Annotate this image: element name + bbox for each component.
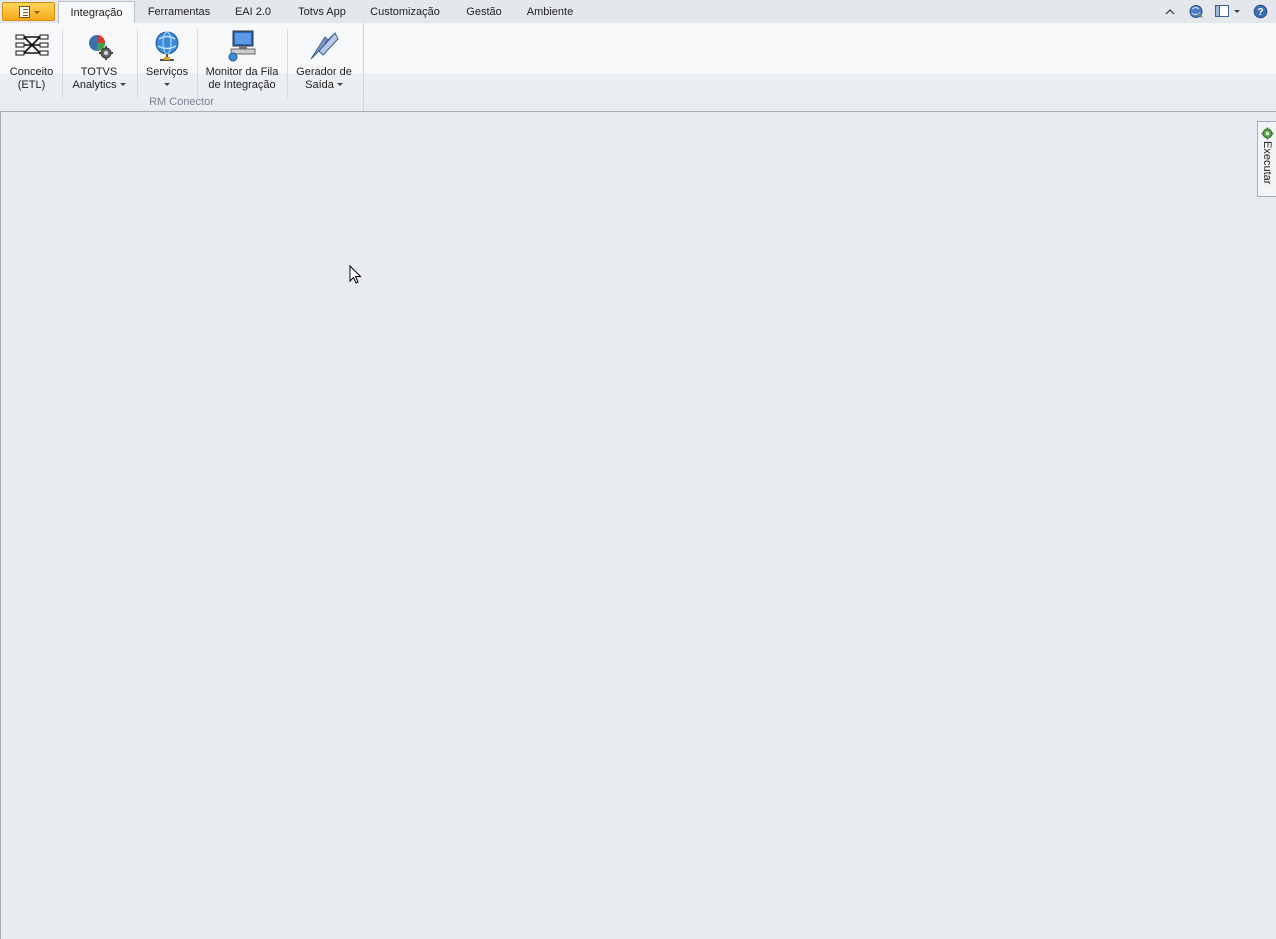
analytics-label-2: Analytics: [72, 79, 117, 91]
tab-eai[interactable]: EAI 2.0: [227, 0, 279, 23]
executar-label: Executar: [1261, 141, 1273, 185]
tab-ambiente[interactable]: Ambiente: [521, 0, 579, 23]
chevron-down-icon: [164, 83, 170, 86]
tab-totvs-app[interactable]: Totvs App: [290, 0, 354, 23]
ribbon-group-rm-conector: Conceito (ETL) TOTVS Analytics Serviços …: [0, 23, 364, 111]
servicos-button[interactable]: Serviços: [141, 27, 193, 93]
conceito-etl-button[interactable]: Conceito (ETL): [4, 27, 59, 93]
ribbon-separator: [287, 29, 288, 99]
conceito-label-2: (ETL): [17, 79, 46, 91]
monitor-icon: [228, 30, 256, 62]
monitor-label-2: de Integração: [208, 79, 276, 91]
gerador-label-2: Saída: [305, 79, 334, 91]
gerador-label-1: Gerador de: [296, 66, 352, 78]
conceito-label-1: Conceito: [9, 66, 54, 78]
ribbon-panel: Conceito (ETL) TOTVS Analytics Serviços …: [0, 23, 1276, 112]
help-icon[interactable]: ?: [1253, 4, 1268, 19]
chevron-down-icon: [119, 83, 126, 86]
chevron-down-icon: [336, 83, 343, 86]
mouse-cursor-icon: [349, 265, 362, 284]
layout-icon[interactable]: [1214, 4, 1242, 19]
gear-icon: [1261, 127, 1274, 140]
services-globe-icon: [155, 31, 179, 61]
application-menu-button[interactable]: [2, 2, 55, 21]
monitor-fila-integracao-button[interactable]: Monitor da Fila de Integração: [201, 27, 283, 93]
svg-text:?: ?: [1257, 7, 1263, 18]
ribbon-separator: [62, 29, 63, 99]
output-generator-icon: [310, 32, 339, 60]
chevron-down-icon: [34, 11, 40, 14]
monitor-label-1: Monitor da Fila: [205, 66, 279, 78]
tab-ferramentas[interactable]: Ferramentas: [141, 0, 217, 23]
executar-side-tab[interactable]: Executar: [1257, 121, 1276, 197]
analytics-icon: [89, 35, 113, 60]
ribbon-separator: [197, 29, 198, 99]
analytics-label-1: TOTVS: [80, 66, 118, 78]
ribbon-group-label: RM Conector: [149, 96, 214, 108]
main-workspace: [0, 112, 1276, 939]
minimize-ribbon-icon[interactable]: [1164, 4, 1176, 19]
totvs-analytics-button[interactable]: TOTVS Analytics: [66, 27, 132, 93]
servicos-label: Serviços: [145, 66, 189, 78]
tab-gestao[interactable]: Gestão: [461, 0, 507, 23]
document-icon: [19, 6, 30, 18]
tab-customizacao[interactable]: Customização: [366, 0, 444, 23]
ribbon-separator: [137, 29, 138, 99]
globe-icon[interactable]: [1188, 4, 1204, 19]
tab-integracao[interactable]: Integração: [58, 1, 135, 24]
gerador-de-saida-button[interactable]: Gerador de Saída: [291, 27, 357, 93]
etl-icon: [15, 34, 48, 56]
ribbon-tab-bar: Integração Ferramentas EAI 2.0 Totvs App…: [0, 0, 1276, 24]
